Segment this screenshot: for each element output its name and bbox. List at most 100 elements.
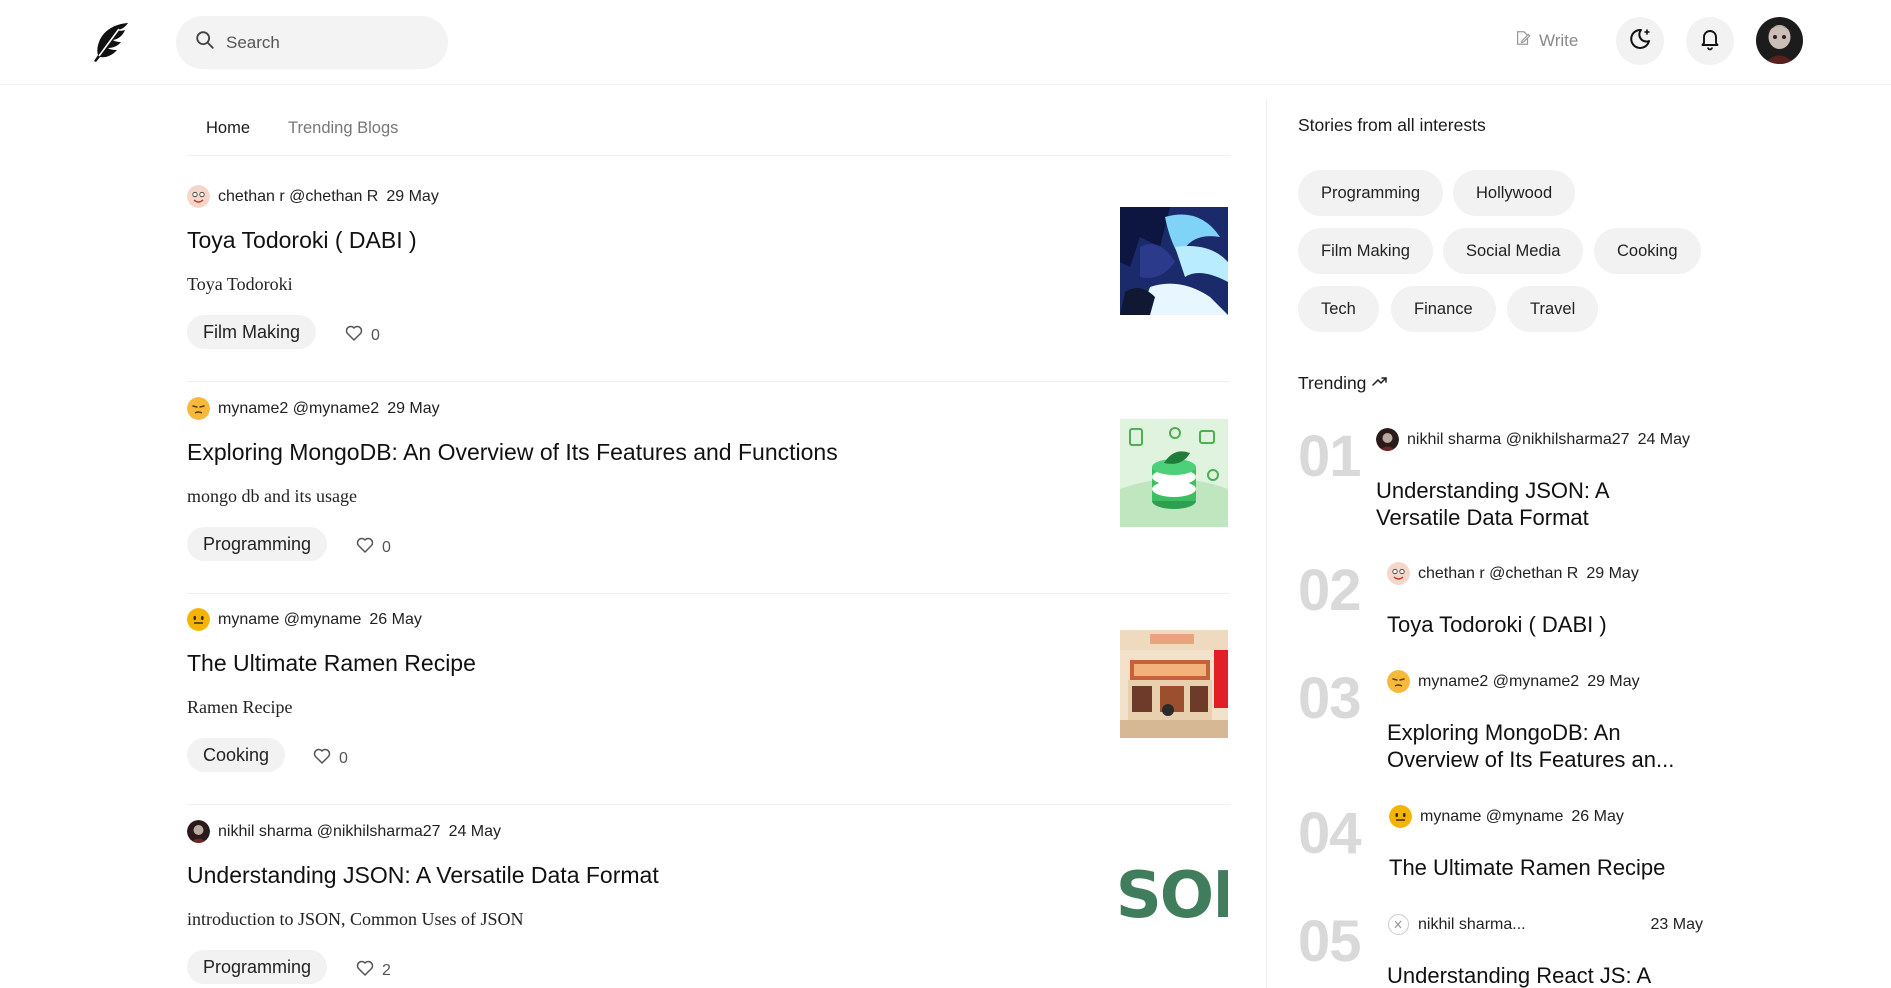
post-description: Toya Todoroki [187, 274, 293, 294]
post-card[interactable]: nikhil sharma @nikhilsharma27 24 May Und… [187, 820, 1230, 988]
post-tag[interactable]: Programming [187, 950, 328, 984]
post-tag[interactable]: Programming [187, 527, 328, 561]
post-thumbnail [1120, 630, 1228, 738]
avatar [1389, 805, 1412, 828]
heart-icon [355, 535, 382, 560]
write-label: Write [1539, 30, 1579, 50]
post-title[interactable]: Exploring MongoDB: An Overview of Its Fe… [187, 439, 838, 466]
post-card[interactable]: myname @myname 26 May The Ultimate Ramen… [187, 608, 1230, 805]
tab-home[interactable]: Home [187, 108, 269, 156]
like-count: 0 [339, 749, 348, 767]
bell-icon [1697, 26, 1723, 57]
trending-author-row: myname2 @myname2 29 May [1387, 670, 1640, 693]
thumbnail-text: SOI [1120, 859, 1228, 933]
notifications-button[interactable] [1686, 17, 1734, 65]
trending-author[interactable]: nikhil sharma... [1418, 916, 1526, 934]
trending-item[interactable]: 01 nikhil sharma @nikhilsharma27 24 May … [1298, 428, 1718, 538]
trending-date: 24 May [1637, 430, 1691, 448]
trending-author[interactable]: nikhil sharma @nikhilsharma27 [1407, 431, 1630, 449]
feather-logo-icon[interactable] [88, 20, 132, 64]
like-count: 0 [382, 538, 391, 556]
trending-author-row: nikhil sharma @nikhilsharma27 24 May [1376, 428, 1690, 451]
trending-rank: 05 [1298, 913, 1362, 974]
trending-rank: 03 [1298, 666, 1362, 731]
post-title[interactable]: The Ultimate Ramen Recipe [187, 650, 476, 677]
post-date: 29 May [387, 399, 440, 417]
avatar [1387, 670, 1410, 693]
write-button[interactable]: Write [1514, 29, 1578, 52]
avatar [1376, 428, 1399, 451]
post-thumbnail: SOI [1120, 842, 1228, 950]
avatar [1387, 562, 1410, 585]
trending-author[interactable]: chethan r @chethan R [1418, 565, 1578, 583]
trending-item[interactable]: 02 chethan r @chethan R 29 May Toya Todo… [1298, 562, 1718, 652]
like-button[interactable]: 0 [312, 746, 348, 771]
post-author[interactable]: myname2 @myname2 [218, 400, 379, 418]
search-input[interactable] [226, 32, 426, 53]
like-count: 0 [371, 326, 380, 344]
trending-date: 23 May [1650, 915, 1703, 933]
post-author-row: nikhil sharma @nikhilsharma27 24 May [187, 820, 501, 843]
post-description: Ramen Recipe [187, 697, 293, 717]
moon-icon [1627, 26, 1653, 57]
post-title[interactable]: Toya Todoroki ( DABI ) [187, 227, 417, 254]
post-title[interactable]: Understanding JSON: A Versatile Data For… [187, 862, 659, 889]
interest-chip-finance[interactable]: Finance [1391, 286, 1496, 332]
theme-toggle-button[interactable] [1616, 17, 1664, 65]
trending-date: 29 May [1586, 564, 1639, 582]
trending-up-icon [1366, 372, 1389, 395]
like-button[interactable]: 0 [355, 535, 391, 560]
post-author-row: chethan r @chethan R 29 May [187, 185, 439, 208]
like-button[interactable]: 0 [344, 323, 380, 348]
avatar [187, 608, 210, 631]
post-thumbnail [1120, 207, 1228, 315]
post-author[interactable]: nikhil sharma @nikhilsharma27 [218, 823, 441, 841]
post-author[interactable]: chethan r @chethan R [218, 188, 378, 206]
trending-item[interactable]: 03 myname2 @myname2 29 May Exploring Mon… [1298, 670, 1718, 780]
like-count: 2 [382, 961, 391, 979]
post-card[interactable]: chethan r @chethan R 29 May Toya Todorok… [187, 185, 1230, 382]
post-author-row: myname @myname 26 May [187, 608, 422, 631]
avatar [187, 185, 210, 208]
post-date: 24 May [448, 822, 502, 840]
trending-author-row: nikhil sharma... 23 May [1387, 913, 1703, 936]
trending-heading-label: Trending [1298, 373, 1367, 393]
trending-rank: 04 [1298, 801, 1362, 866]
interest-chip-hollywood[interactable]: Hollywood [1453, 170, 1576, 216]
trending-date: 29 May [1587, 672, 1640, 690]
post-tag[interactable]: Cooking [187, 738, 286, 772]
avatar [1387, 913, 1410, 936]
post-date: 29 May [386, 187, 439, 205]
trending-title[interactable]: Exploring MongoDB: An Overview of Its Fe… [1387, 719, 1717, 773]
trending-rank: 01 [1298, 424, 1362, 489]
post-description: mongo db and its usage [187, 486, 357, 506]
edit-icon [1514, 29, 1539, 52]
interest-chip-film-making[interactable]: Film Making [1298, 228, 1433, 274]
interest-chip-programming[interactable]: Programming [1298, 170, 1444, 216]
trending-title[interactable]: Toya Todoroki ( DABI ) [1387, 611, 1707, 638]
trending-author[interactable]: myname2 @myname2 [1418, 673, 1579, 691]
interest-chip-social-media[interactable]: Social Media [1443, 228, 1584, 274]
trending-author[interactable]: myname @myname [1420, 808, 1563, 826]
post-card[interactable]: myname2 @myname2 29 May Exploring MongoD… [187, 397, 1230, 594]
trending-title[interactable]: Understanding React JS: A [1387, 962, 1707, 988]
like-button[interactable]: 2 [355, 958, 391, 983]
trending-title[interactable]: Understanding JSON: A Versatile Data For… [1376, 477, 1696, 531]
post-date: 26 May [369, 610, 422, 628]
post-author[interactable]: myname @myname [218, 611, 361, 629]
trending-rank: 02 [1298, 558, 1362, 623]
search-bar[interactable] [176, 16, 448, 69]
tab-trending-blogs[interactable]: Trending Blogs [269, 108, 417, 156]
trending-item[interactable]: 04 myname @myname 26 May The Ultimate Ra… [1298, 805, 1718, 895]
interest-chip-travel[interactable]: Travel [1507, 286, 1599, 332]
user-avatar[interactable] [1756, 17, 1803, 64]
interest-chip-cooking[interactable]: Cooking [1594, 228, 1701, 274]
trending-title[interactable]: The Ultimate Ramen Recipe [1389, 854, 1709, 881]
interests-heading: Stories from all interests [1298, 115, 1486, 135]
interest-chip-tech[interactable]: Tech [1298, 286, 1379, 332]
trending-item[interactable]: 05 nikhil sharma... 23 May Understanding… [1298, 913, 1718, 988]
post-author-row: myname2 @myname2 29 May [187, 397, 440, 420]
post-tag[interactable]: Film Making [187, 315, 317, 349]
avatar [187, 820, 210, 843]
feed-tabs: Home Trending Blogs [187, 108, 1230, 156]
